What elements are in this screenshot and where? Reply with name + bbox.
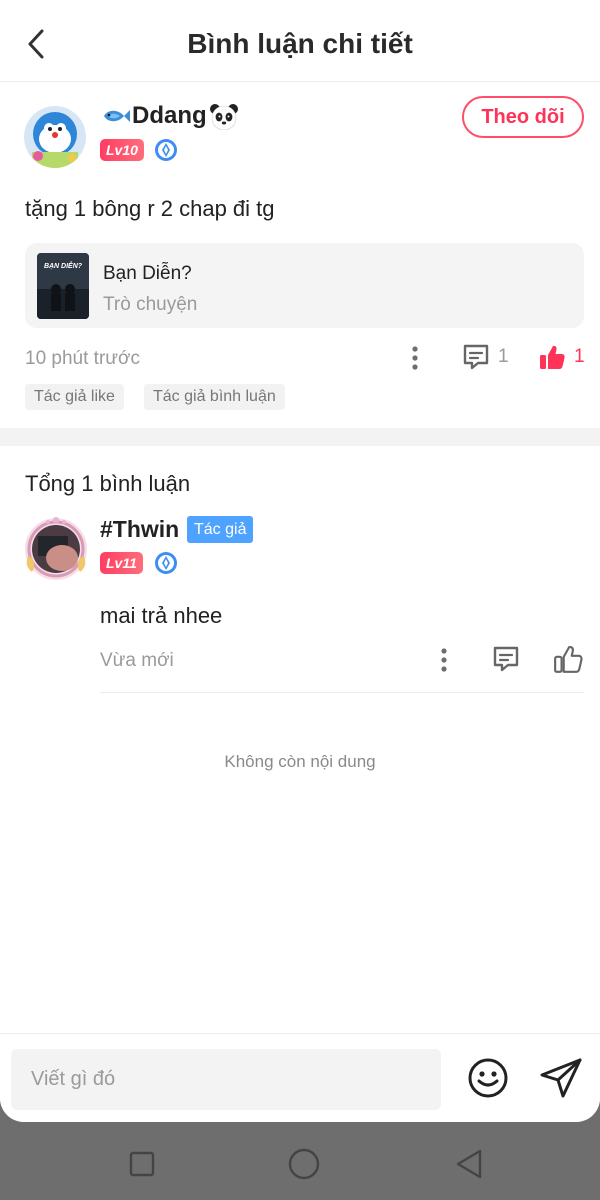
reply-text: mai trả nhee — [100, 603, 223, 628]
reply-button[interactable]: 1 — [462, 343, 509, 371]
chat-icon — [493, 646, 519, 672]
system-back-icon[interactable] — [452, 1146, 488, 1182]
level-badge: Lv11 — [100, 552, 143, 574]
send-icon[interactable] — [538, 1056, 584, 1100]
vip-badge-icon — [155, 552, 177, 574]
home-icon[interactable] — [286, 1146, 322, 1182]
thumbs-up-icon — [540, 345, 565, 369]
comment-input[interactable] — [11, 1049, 441, 1110]
reply-author-name[interactable]: #Thwin — [100, 516, 179, 543]
chat-icon — [463, 344, 489, 370]
recent-apps-icon[interactable] — [124, 1146, 160, 1182]
follow-button[interactable]: Theo dõi — [462, 96, 584, 138]
reply-like-button[interactable] — [553, 644, 583, 674]
reply-divider — [100, 692, 584, 693]
like-count: 1 — [574, 346, 585, 367]
more-button[interactable] — [405, 344, 425, 372]
story-cover-title: BẠN DIỄN? — [43, 263, 83, 270]
more-vertical-icon — [441, 648, 447, 672]
avatar-image — [24, 106, 86, 168]
screen: Bình luận chi tiết Ddang Lv10 Theo dõi t… — [0, 0, 600, 1122]
vip-badge-icon — [155, 139, 177, 161]
fish-emoji-icon — [104, 110, 130, 122]
smile-icon[interactable] — [466, 1056, 510, 1100]
more-vertical-icon — [412, 346, 418, 370]
tag-author-comment: Tác giả bình luận — [144, 384, 285, 410]
reply-more-button[interactable] — [434, 646, 454, 674]
avatar-image — [25, 517, 87, 580]
tag-author-like: Tác giả like — [25, 384, 124, 410]
end-of-list-message: Không còn nội dung — [224, 752, 376, 771]
reply-count: 1 — [498, 346, 509, 367]
total-replies-label: Tổng 1 bình luận — [25, 471, 191, 496]
comment-input-bar — [0, 1033, 600, 1122]
story-cover: BẠN DIỄN? — [37, 253, 89, 319]
author-badge: Tác giả — [187, 516, 254, 543]
top-bar: Bình luận chi tiết — [0, 0, 600, 82]
story-genre: Trò chuyện — [103, 294, 198, 315]
reply-avatar[interactable] — [22, 516, 90, 582]
reply-time: Vừa mới — [100, 650, 174, 671]
page-title: Bình luận chi tiết — [187, 28, 413, 59]
thumbs-up-icon — [554, 646, 583, 673]
section-divider — [0, 428, 600, 446]
avatar[interactable] — [24, 106, 86, 168]
like-button[interactable]: 1 — [538, 343, 585, 371]
comment-time: 10 phút trước — [25, 348, 140, 369]
panda-emoji-icon — [209, 104, 238, 130]
comment-text: tặng 1 bông r 2 chap đi tg — [25, 196, 275, 221]
reply-reply-button[interactable] — [492, 645, 520, 673]
story-card[interactable]: BẠN DIỄN? Bạn Diễn? Trò chuyện — [25, 243, 584, 328]
comment-author-name-text: Ddang — [132, 102, 207, 129]
level-badge: Lv10 — [100, 139, 144, 161]
comment-author-name[interactable]: Ddang — [100, 102, 239, 130]
story-title: Bạn Diễn? — [103, 263, 192, 284]
